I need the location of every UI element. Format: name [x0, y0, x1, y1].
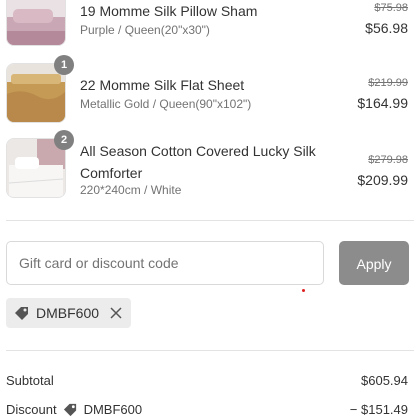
product-thumbnail: 2	[6, 130, 74, 198]
discount-code: DMBF600	[83, 402, 143, 417]
product-variant: Metallic Gold / Queen(90"x102")	[80, 97, 252, 111]
pillow-sham-image	[7, 0, 65, 45]
product-name: All Season Cotton Covered Lucky Silk Com…	[80, 143, 316, 181]
product-price: $164.99	[357, 95, 408, 111]
applied-discount-chip: DMBF600	[6, 298, 132, 328]
product-variant: 220*240cm / White	[80, 183, 182, 197]
subtotal-value: $605.94	[361, 373, 408, 388]
quantity-badge: 1	[54, 55, 74, 75]
compare-at-price: $219.99	[368, 77, 408, 89]
product-thumbnail	[6, 0, 66, 46]
discount-code-input[interactable]: Gift card or discount code	[6, 241, 324, 285]
product-name: 22 Momme Silk Flat Sheet	[80, 77, 245, 93]
product-thumbnail: 1	[6, 55, 74, 123]
comforter-image	[7, 139, 65, 197]
product-price: $209.99	[357, 172, 408, 188]
section-divider	[6, 350, 414, 351]
error-dot	[302, 289, 305, 292]
discount-value: − $151.49	[349, 402, 408, 417]
compare-at-price: $75.98	[374, 2, 408, 14]
subtotal-label: Subtotal	[6, 373, 54, 388]
product-price: $56.98	[365, 20, 408, 36]
tag-icon	[15, 307, 28, 320]
flat-sheet-image	[7, 64, 65, 122]
remove-discount-icon[interactable]	[109, 306, 123, 320]
product-name: 19 Momme Silk Pillow Sham	[80, 3, 258, 19]
apply-button[interactable]: Apply	[339, 241, 409, 285]
product-variant: Purple / Queen(20"x30")	[80, 23, 210, 37]
section-divider	[6, 220, 414, 221]
discount-label: Discount	[6, 402, 57, 417]
applied-discount-code: DMBF600	[36, 305, 100, 321]
compare-at-price: $279.98	[368, 154, 408, 166]
tag-icon	[63, 403, 76, 417]
quantity-badge: 2	[54, 130, 74, 150]
discount-row: Discount DMBF600	[6, 402, 142, 417]
